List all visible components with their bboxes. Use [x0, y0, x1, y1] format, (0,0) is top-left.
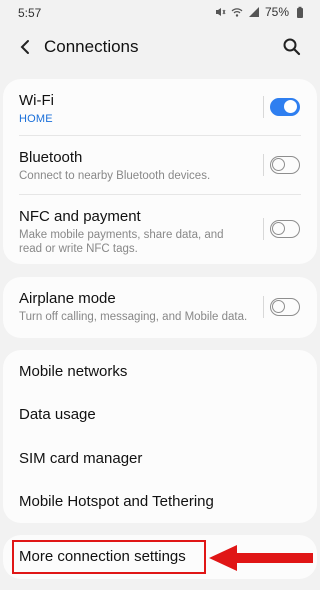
status-icons: 75%: [214, 5, 306, 19]
nfc-toggle[interactable]: [270, 220, 300, 238]
airplane-row[interactable]: Airplane mode Turn off calling, messagin…: [3, 277, 317, 338]
status-time: 5:57: [18, 6, 42, 20]
bluetooth-row[interactable]: Bluetooth Connect to nearby Bluetooth de…: [3, 136, 317, 194]
airplane-description: Turn off calling, messaging, and Mobile …: [19, 311, 248, 323]
divider: [263, 154, 264, 176]
hotspot-label: Mobile Hotspot and Tethering: [19, 493, 214, 510]
nfc-label: NFC and payment: [19, 208, 141, 225]
airplane-label: Airplane mode: [19, 290, 116, 307]
airplane-toggle[interactable]: [270, 298, 300, 316]
sim-manager-label: SIM card manager: [19, 450, 143, 467]
mobile-networks-row[interactable]: Mobile networks: [3, 350, 317, 393]
status-bar: 5:57 75%: [0, 0, 320, 26]
wifi-label: Wi-Fi: [19, 92, 54, 109]
bluetooth-description: Connect to nearby Bluetooth devices.: [19, 170, 211, 182]
wifi-network-name: HOME: [19, 113, 53, 125]
divider: [263, 96, 264, 118]
mute-icon: [215, 8, 226, 16]
sim-manager-row[interactable]: SIM card manager: [3, 436, 317, 479]
wireless-card: Wi-Fi HOME Bluetooth Connect to nearby B…: [3, 79, 317, 264]
data-usage-row[interactable]: Data usage: [3, 393, 317, 436]
bluetooth-toggle[interactable]: [270, 156, 300, 174]
bluetooth-label: Bluetooth: [19, 149, 83, 166]
battery-icon: [297, 6, 303, 18]
toggle-knob: [284, 100, 297, 113]
hotspot-row[interactable]: Mobile Hotspot and Tethering: [3, 479, 317, 523]
app-bar: Connections: [0, 30, 320, 66]
mobile-networks-label: Mobile networks: [19, 363, 128, 380]
pointer-arrow-icon: [209, 545, 313, 571]
toggle-knob: [272, 158, 285, 171]
page-title: Connections: [44, 37, 139, 56]
network-card: Mobile networks Data usage SIM card mana…: [3, 350, 317, 523]
battery-percent: 75%: [264, 5, 289, 19]
nfc-row[interactable]: NFC and payment Make mobile payments, sh…: [3, 195, 317, 264]
airplane-card: Airplane mode Turn off calling, messagin…: [3, 277, 317, 338]
divider: [263, 296, 264, 318]
toggle-knob: [272, 300, 285, 313]
search-icon[interactable]: [282, 37, 302, 57]
highlight-box: [12, 540, 206, 574]
data-usage-label: Data usage: [19, 406, 96, 423]
wifi-row[interactable]: Wi-Fi HOME: [3, 79, 317, 135]
nfc-description: Make mobile payments, share data, and re…: [19, 229, 224, 255]
signal-icon: [248, 7, 259, 17]
toggle-knob: [272, 222, 285, 235]
wifi-status-icon: [231, 8, 243, 17]
back-arrow-icon[interactable]: [16, 37, 36, 57]
divider: [263, 218, 264, 240]
wifi-toggle[interactable]: [270, 98, 300, 116]
